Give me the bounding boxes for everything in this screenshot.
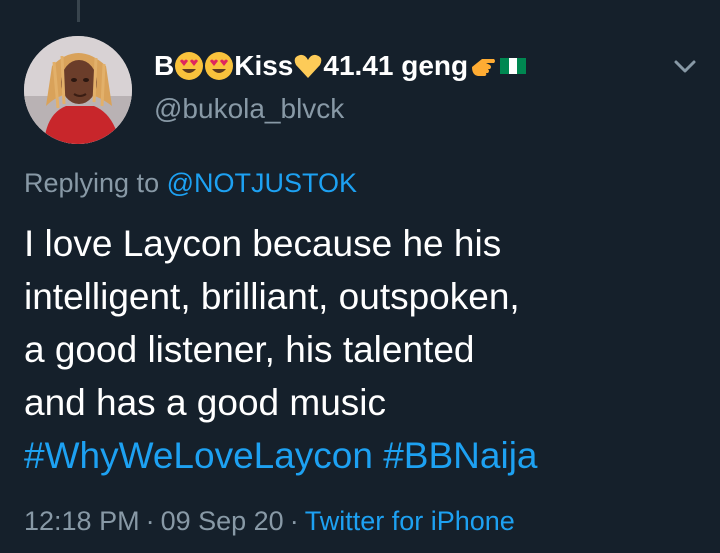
meta-separator: · [289,506,299,536]
avatar[interactable] [24,36,132,144]
display-name-prefix: B [154,50,175,81]
tweet-source-link[interactable]: Twitter for iPhone [305,506,515,536]
replying-to-mention[interactable]: @NOTJUSTOK [167,168,357,198]
tweet-text: I love Laycon because he his intelligent… [24,217,704,482]
tweet-text-line: intelligent, brilliant, outspoken, [24,276,520,317]
tweet-text-line: and has a good music [24,382,387,423]
tweet-header: B Kiss 41.41 geng @bukola_blvck [154,46,528,126]
display-name[interactable]: B Kiss 41.41 geng [154,46,528,86]
heart-eyes-emoji-icon [175,52,204,80]
hashtag-line: #WhyWeLoveLaycon #BBNaija [24,429,704,482]
thread-connector-line [77,0,80,22]
tweet-time[interactable]: 12:18 PM [24,506,140,536]
yellow-heart-emoji-icon [295,54,322,78]
tweet-text-line: a good listener, his talented [24,329,475,370]
user-handle[interactable]: @bukola_blvck [154,92,528,126]
tweet-text-line: I love Laycon because he his [24,223,502,264]
nigeria-flag-emoji-icon [500,58,527,74]
tweet-meta: 12:18 PM · 09 Sep 20 · Twitter for iPhone [24,506,515,537]
replying-to: Replying to @NOTJUSTOK [24,168,357,199]
display-name-kiss: Kiss [234,50,294,81]
replying-to-label: Replying to [24,168,160,198]
hashtag-link[interactable]: #WhyWeLoveLaycon [24,435,373,476]
meta-separator: · [145,506,155,536]
hashtag-link[interactable]: #BBNaija [383,435,537,476]
pointing-hand-emoji-icon [472,59,496,76]
heart-eyes-emoji-icon [205,52,234,80]
chevron-down-icon[interactable] [670,55,700,79]
display-name-suffix: 41.41 geng [323,50,469,81]
tweet-date[interactable]: 09 Sep 20 [161,506,284,536]
